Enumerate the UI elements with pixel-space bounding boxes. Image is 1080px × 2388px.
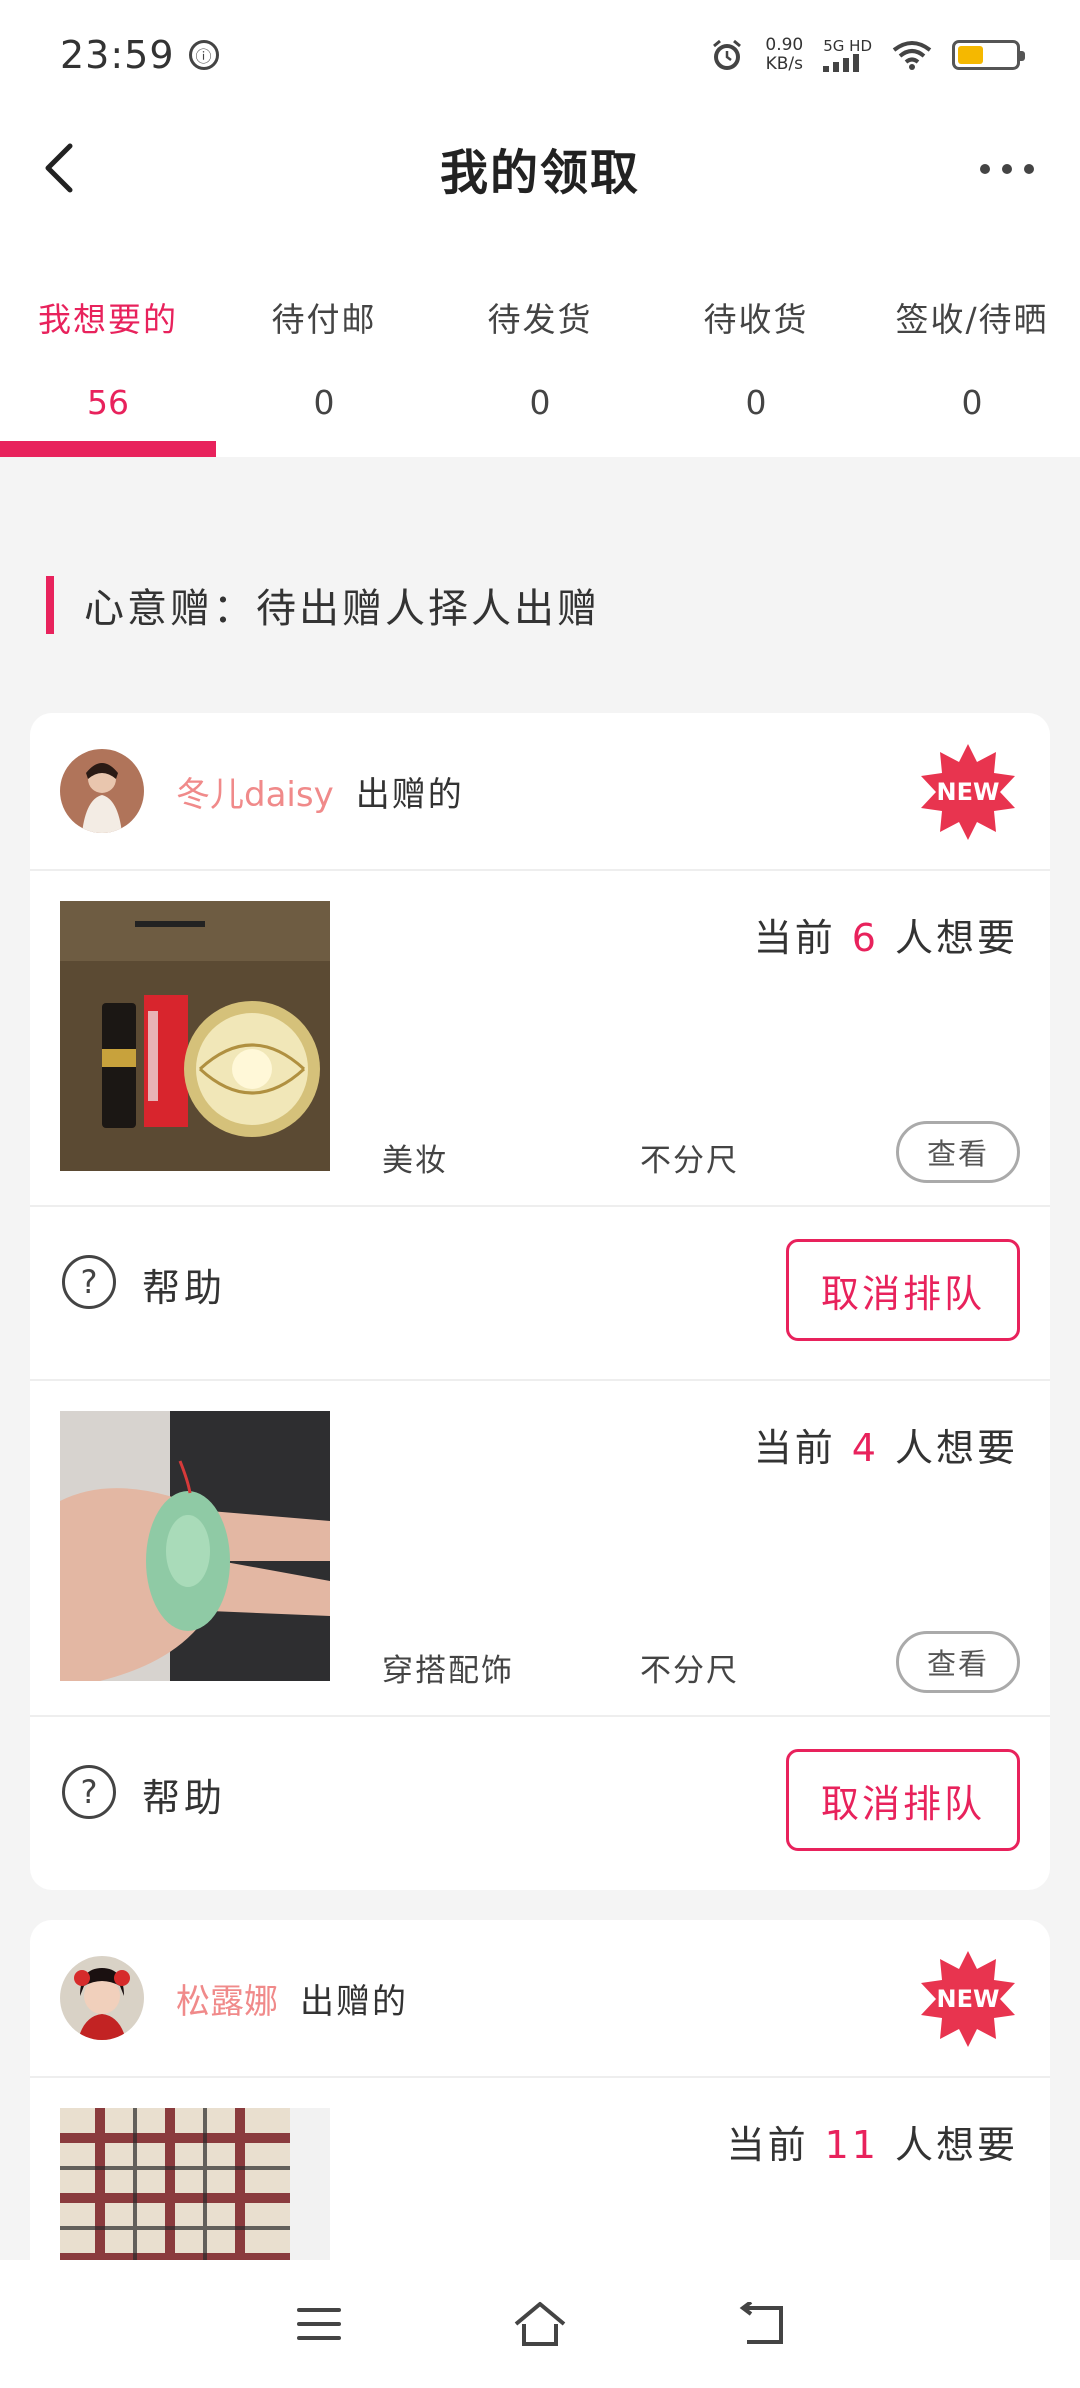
item-actions: ? 帮助 取消排队 bbox=[30, 1717, 1050, 1890]
view-button[interactable]: 查看 bbox=[896, 1121, 1020, 1183]
cell-signal: 5G HD bbox=[823, 38, 872, 72]
tab-wanted[interactable]: 我想要的 56 bbox=[0, 225, 216, 457]
status-left: 23:59 ⓘ bbox=[60, 33, 219, 77]
want-count: 11 bbox=[824, 2123, 879, 2167]
alarm-icon bbox=[709, 37, 745, 73]
speed-value: 0.90 bbox=[765, 35, 804, 55]
speed-unit: KB/s bbox=[765, 54, 803, 74]
item-actions: ? 帮助 取消排队 bbox=[30, 1207, 1050, 1381]
help-icon[interactable]: ? bbox=[62, 1765, 116, 1819]
giver-avatar[interactable] bbox=[60, 1956, 144, 2040]
want-count-line: 当前 4 人想要 bbox=[754, 1417, 1018, 1472]
section-accent-bar bbox=[46, 576, 54, 634]
giver-suffix: 出赠的 bbox=[300, 1981, 408, 2022]
gift-item[interactable]: 当前 4 人想要 穿搭配饰 不分尺 查看 bbox=[30, 1381, 1050, 1717]
battery-icon bbox=[952, 40, 1025, 70]
menu-icon[interactable] bbox=[295, 2304, 343, 2344]
new-badge: NEW bbox=[916, 740, 1020, 844]
giver-name[interactable]: 冬儿daisy bbox=[176, 767, 334, 816]
view-button[interactable]: 查看 bbox=[896, 1631, 1020, 1693]
tab-count: 0 bbox=[529, 383, 551, 422]
battery-level bbox=[958, 46, 984, 64]
want-count-line: 当前 11 人想要 bbox=[727, 2114, 1018, 2169]
item-size: 不分尺 bbox=[640, 1653, 739, 1689]
cancel-queue-button[interactable]: 取消排队 bbox=[786, 1239, 1020, 1341]
card-header: 松露娜 出赠的 NEW bbox=[30, 1920, 1050, 2078]
tab-count: 56 bbox=[87, 383, 129, 422]
want-count: 6 bbox=[851, 916, 879, 960]
tab-label: 签收/待晒 bbox=[895, 300, 1049, 339]
gift-card: 冬儿daisy 出赠的 NEW 当前 6 人想要 美妆 不分尺 查看 ? 帮助 … bbox=[30, 713, 1050, 1890]
help-link[interactable]: 帮助 bbox=[142, 1257, 226, 1312]
tab-pending-postage[interactable]: 待付邮 0 bbox=[216, 225, 432, 457]
system-nav-bar bbox=[0, 2260, 1080, 2388]
home-icon[interactable] bbox=[512, 2300, 568, 2348]
item-thumbnail[interactable] bbox=[60, 901, 330, 1171]
tab-label: 我想要的 bbox=[38, 300, 178, 339]
back-arrow-icon[interactable] bbox=[40, 140, 80, 196]
page-title: 我的领取 bbox=[439, 144, 640, 201]
clock: 23:59 bbox=[60, 33, 175, 77]
item-size: 不分尺 bbox=[640, 1143, 739, 1179]
new-badge-label: NEW bbox=[936, 778, 1000, 806]
card-header: 冬儿daisy 出赠的 NEW bbox=[30, 713, 1050, 871]
tab-label: 待收货 bbox=[703, 300, 809, 339]
header: 我的领取 bbox=[0, 110, 1080, 225]
status-bar: 23:59 ⓘ 0.90 KB/s 5G HD bbox=[0, 0, 1080, 110]
network-speed: 0.90 KB/s bbox=[765, 36, 803, 74]
wifi-icon bbox=[892, 40, 932, 70]
want-suffix: 人想要 bbox=[894, 916, 1018, 960]
tab-label: 待付邮 bbox=[271, 300, 377, 339]
signal-icon bbox=[823, 54, 872, 72]
tab-pending-shipment[interactable]: 待发货 0 bbox=[432, 225, 648, 457]
network-type: 5G HD bbox=[823, 37, 872, 55]
more-options-icon[interactable] bbox=[980, 164, 1034, 174]
giver-avatar[interactable] bbox=[60, 749, 144, 833]
want-prefix: 当前 bbox=[753, 916, 836, 960]
want-count-line: 当前 6 人想要 bbox=[754, 907, 1018, 962]
new-badge-label: NEW bbox=[936, 1985, 1000, 2013]
tab-pending-receipt[interactable]: 待收货 0 bbox=[648, 225, 864, 457]
giver-name[interactable]: 松露娜 bbox=[176, 1974, 278, 2023]
status-right: 0.90 KB/s 5G HD bbox=[709, 36, 1025, 74]
giver-suffix: 出赠的 bbox=[355, 774, 464, 815]
section-title: 心意赠：待出赠人择人出赠 bbox=[84, 586, 600, 632]
want-prefix: 当前 bbox=[726, 2123, 809, 2167]
tab-received-review[interactable]: 签收/待晒 0 bbox=[864, 225, 1080, 457]
notification-icon: ⓘ bbox=[188, 40, 219, 70]
want-suffix: 人想要 bbox=[894, 2123, 1018, 2167]
status-tabs: 我想要的 56 待付邮 0 待发货 0 待收货 0 签收/待晒 0 bbox=[0, 225, 1080, 457]
section-header: 心意赠：待出赠人择人出赠 bbox=[46, 575, 600, 635]
tab-count: 0 bbox=[961, 383, 983, 422]
gift-item[interactable]: 当前 6 人想要 美妆 不分尺 查看 bbox=[30, 871, 1050, 1207]
item-category: 穿搭配饰 bbox=[382, 1653, 514, 1689]
tab-label: 待发货 bbox=[487, 300, 593, 339]
item-category: 美妆 bbox=[382, 1143, 448, 1179]
cancel-queue-button[interactable]: 取消排队 bbox=[786, 1749, 1020, 1851]
help-icon[interactable]: ? bbox=[62, 1255, 116, 1309]
want-prefix: 当前 bbox=[753, 1426, 836, 1470]
want-suffix: 人想要 bbox=[894, 1426, 1018, 1470]
want-count: 4 bbox=[851, 1426, 879, 1470]
tab-count: 0 bbox=[313, 383, 335, 422]
tab-count: 0 bbox=[745, 383, 767, 422]
back-nav-icon[interactable] bbox=[737, 2302, 785, 2346]
active-tab-indicator bbox=[0, 441, 216, 457]
item-thumbnail[interactable] bbox=[60, 1411, 330, 1681]
help-link[interactable]: 帮助 bbox=[142, 1767, 226, 1822]
new-badge: NEW bbox=[916, 1947, 1020, 2051]
